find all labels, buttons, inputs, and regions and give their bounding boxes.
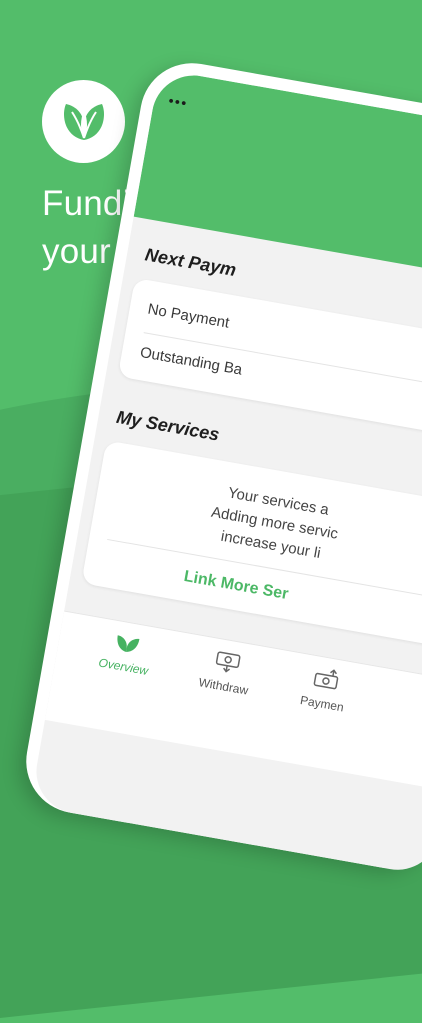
- tab-overview-label: Overview: [97, 655, 150, 678]
- link-more-services-button[interactable]: Link More Ser: [182, 568, 290, 604]
- phone-frame: ●●● Next Paym No Payment Outstanding Ba …: [18, 55, 422, 877]
- withdraw-icon: [215, 651, 241, 673]
- tab-payments-label: Paymen: [299, 693, 345, 715]
- phone-mockup: ●●● Next Paym No Payment Outstanding Ba …: [18, 55, 422, 877]
- next-payment-title: Next Paym: [143, 244, 238, 281]
- tab-withdraw[interactable]: Withdraw: [183, 644, 269, 700]
- outstanding-balance-label: Outstanding Ba: [138, 343, 244, 379]
- leaf-logo-icon: [63, 103, 104, 140]
- no-payment-label: No Payment: [146, 300, 231, 332]
- leaf-icon: [117, 635, 140, 652]
- tab-payments[interactable]: Paymen: [281, 661, 367, 717]
- tab-overview[interactable]: Overview: [83, 626, 169, 680]
- tab-withdraw-label: Withdraw: [197, 675, 250, 698]
- payment-icon: [313, 669, 339, 690]
- signal-icon: ●●●: [167, 94, 189, 109]
- app-logo: [42, 80, 125, 163]
- my-services-title: My Services: [114, 406, 221, 445]
- tab-bar: Overview Withdraw Paymen: [44, 610, 422, 791]
